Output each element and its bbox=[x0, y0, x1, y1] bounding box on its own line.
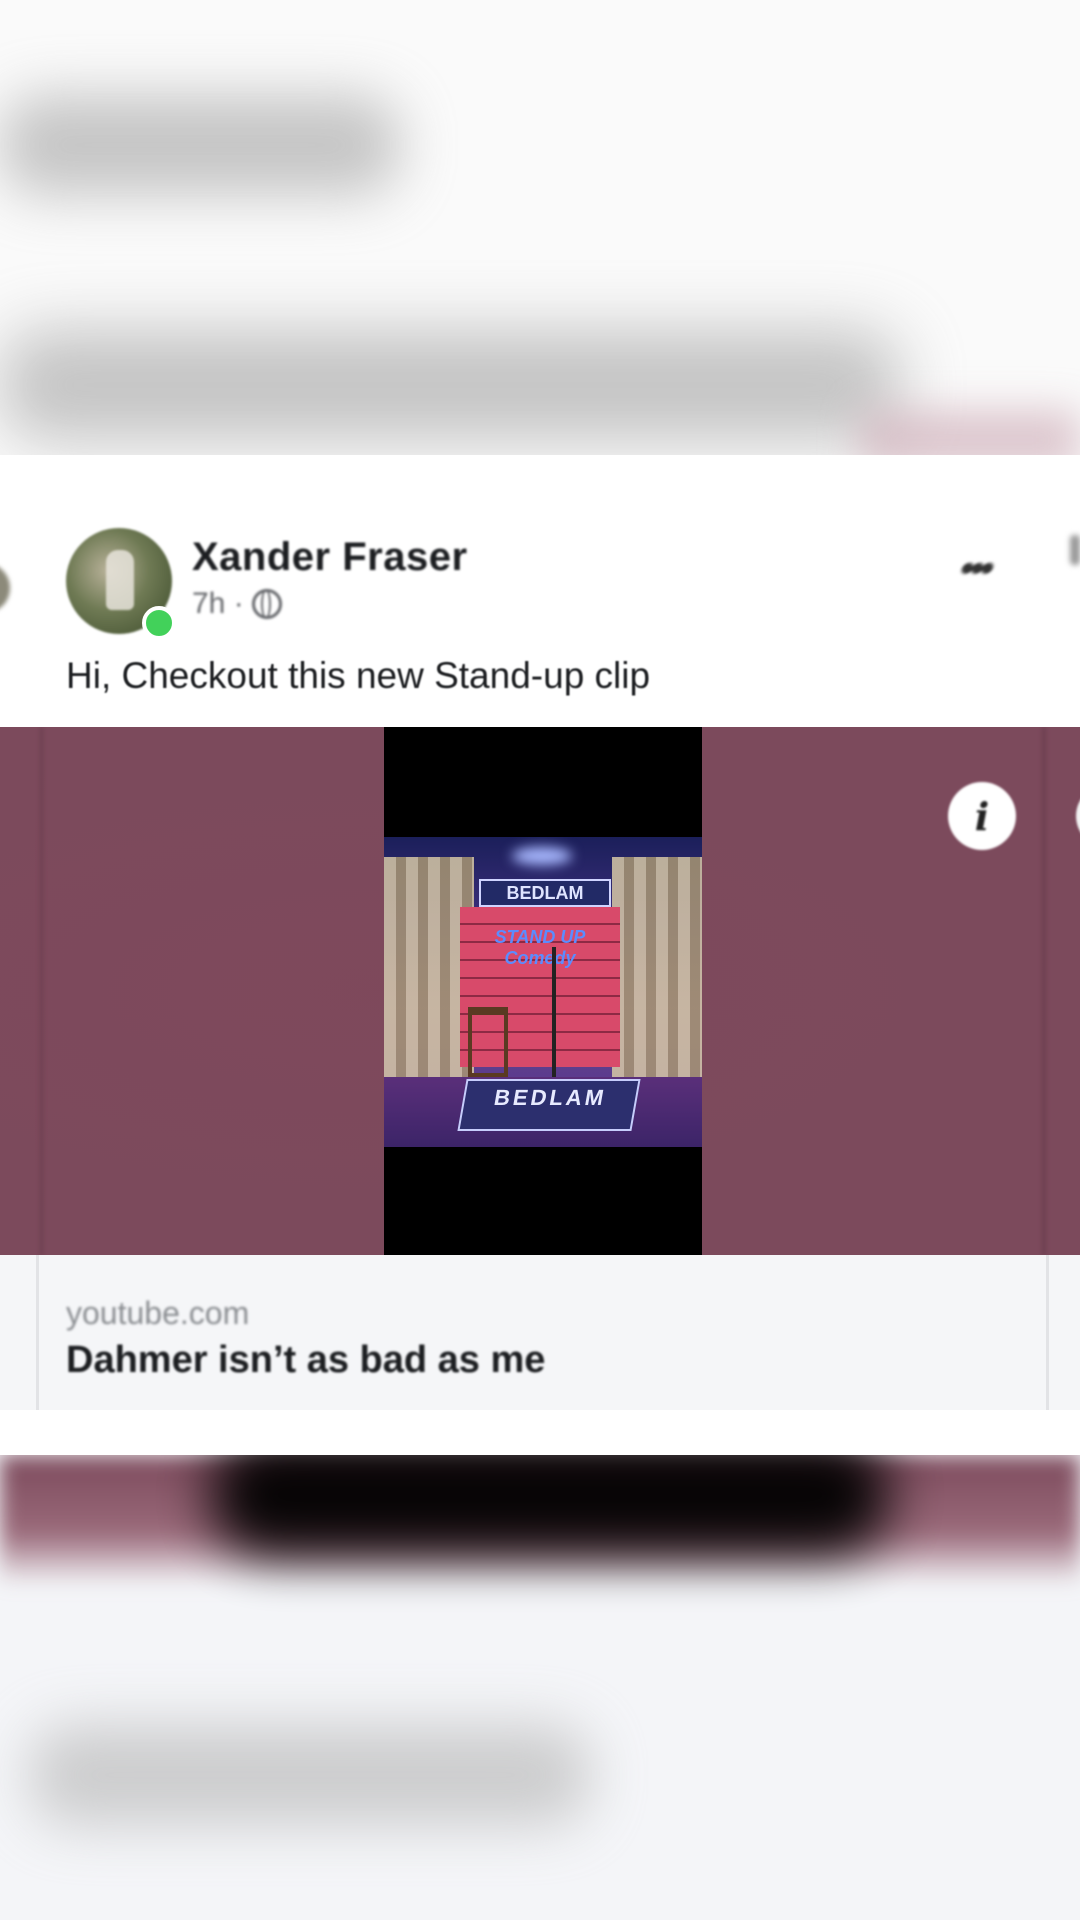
online-status-indicator bbox=[142, 606, 176, 640]
avatar-figure bbox=[106, 550, 134, 610]
blurred-previous-content bbox=[0, 0, 1080, 455]
previous-avatar bbox=[0, 563, 10, 613]
blurred-next-content bbox=[0, 1455, 1080, 1920]
link-title[interactable]: Dahmer isn’t as bad as me bbox=[66, 1339, 545, 1382]
link-divider bbox=[1046, 1255, 1049, 1410]
thumbnail-banner-text: BEDLAM bbox=[479, 879, 611, 907]
thumbnail-rug-text: BEDLAM bbox=[457, 1079, 641, 1131]
author-name[interactable]: Xander Fraser bbox=[192, 535, 468, 580]
link-divider bbox=[36, 1255, 39, 1410]
stage-light bbox=[512, 847, 572, 865]
video-player[interactable]: BEDLAM STAND UP Comedy BEDLAM bbox=[384, 727, 702, 1255]
blurred-text-block bbox=[30, 1725, 590, 1825]
carousel-divider bbox=[40, 727, 43, 1255]
post-caption: Hi, Checkout this new Stand-up clip bbox=[66, 655, 651, 696]
stage-curtain bbox=[612, 857, 702, 1087]
link-domain: youtube.com bbox=[66, 1295, 250, 1331]
blurred-text-block bbox=[0, 95, 400, 195]
previous-card-edge bbox=[0, 555, 14, 625]
post-meta: 7h · bbox=[192, 587, 282, 621]
post-timestamp[interactable]: 7h · bbox=[192, 587, 244, 621]
blurred-media-edge bbox=[860, 410, 1080, 455]
blurred-text-block bbox=[0, 330, 900, 440]
video-thumbnail: BEDLAM STAND UP Comedy BEDLAM bbox=[384, 837, 702, 1147]
link-preview[interactable]: youtube.com Dahmer isn’t as bad as me bbox=[0, 1255, 1080, 1410]
stage-stool bbox=[468, 1007, 508, 1077]
blurred-dark-bar bbox=[210, 1455, 890, 1555]
feed-post-card: Xander Fraser 7h · ••• Hi, Checkout this… bbox=[0, 455, 1080, 1455]
thumbnail-sign-text: STAND UP Comedy bbox=[494, 927, 586, 968]
carousel-divider bbox=[1042, 727, 1046, 1255]
next-card-edge bbox=[1070, 535, 1080, 565]
info-icon[interactable]: i bbox=[948, 782, 1016, 850]
more-options-icon[interactable]: ••• bbox=[952, 547, 998, 592]
video-media[interactable]: BEDLAM STAND UP Comedy BEDLAM i bbox=[0, 727, 1080, 1255]
globe-icon bbox=[251, 589, 282, 619]
